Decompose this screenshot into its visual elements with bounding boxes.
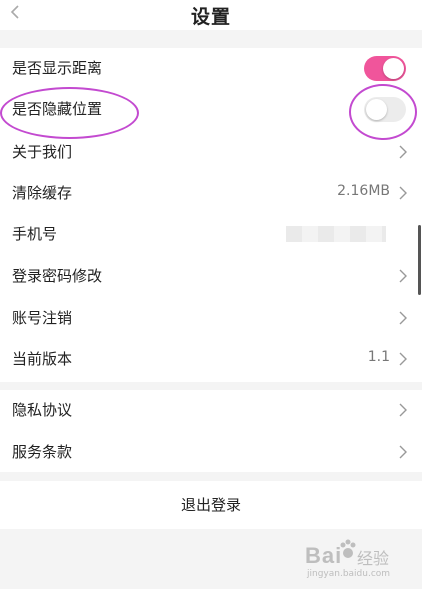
about-us-label: 关于我们 <box>12 143 73 161</box>
show-distance-label: 是否显示距离 <box>12 59 103 77</box>
row-account-cancel[interactable]: 账号注销 <box>0 298 422 338</box>
row-terms[interactable]: 服务条款 <box>0 432 422 472</box>
watermark-cn: 经验 <box>357 549 390 568</box>
privacy-label: 隐私协议 <box>12 401 73 419</box>
row-about-us[interactable]: 关于我们 <box>0 132 422 172</box>
page-title: 设置 <box>190 6 231 28</box>
show-distance-toggle[interactable] <box>364 56 406 81</box>
toggle-knob <box>366 99 387 120</box>
chevron-right-icon <box>399 403 407 417</box>
row-show-distance: 是否显示距离 <box>0 48 422 88</box>
cache-size-value: 2.16MB <box>337 183 390 199</box>
account-cancel-label: 账号注销 <box>12 309 73 327</box>
chevron-right-icon <box>399 269 407 283</box>
row-privacy[interactable]: 隐私协议 <box>0 390 422 430</box>
phone-label: 手机号 <box>12 225 58 243</box>
terms-label: 服务条款 <box>12 443 73 461</box>
header: 设置 <box>0 0 422 30</box>
chevron-right-icon <box>399 352 407 366</box>
paw-icon <box>340 539 356 558</box>
row-clear-cache[interactable]: 清除缓存 2.16MB <box>0 173 422 213</box>
settings-group-main: 是否显示距离 是否隐藏位置 关于我们 清除缓存 2.16MB 手机号 登录密码修… <box>0 48 422 382</box>
scrollbar[interactable] <box>418 225 421 295</box>
version-value: 1.1 <box>367 349 390 365</box>
row-change-password[interactable]: 登录密码修改 <box>0 256 422 296</box>
chevron-right-icon <box>399 311 407 325</box>
clear-cache-label: 清除缓存 <box>12 184 73 202</box>
hide-location-label: 是否隐藏位置 <box>12 100 103 118</box>
watermark: Bai 经验 jingyan.baidu.com <box>305 535 415 585</box>
chevron-right-icon <box>399 445 407 459</box>
change-password-label: 登录密码修改 <box>12 267 103 285</box>
phone-number-redacted <box>286 226 386 242</box>
toggle-knob <box>383 58 404 79</box>
row-hide-location: 是否隐藏位置 <box>0 89 422 129</box>
chevron-right-icon <box>399 145 407 159</box>
watermark-url: jingyan.baidu.com <box>307 569 391 579</box>
row-current-version[interactable]: 当前版本 1.1 <box>0 339 422 379</box>
settings-group-legal: 隐私协议 服务条款 <box>0 390 422 472</box>
current-version-label: 当前版本 <box>12 350 73 368</box>
logout-button[interactable]: 退出登录 <box>0 481 422 529</box>
watermark-brand: Bai <box>305 543 343 568</box>
row-phone[interactable]: 手机号 <box>0 214 422 254</box>
chevron-right-icon <box>399 186 407 200</box>
hide-location-toggle[interactable] <box>364 97 406 122</box>
